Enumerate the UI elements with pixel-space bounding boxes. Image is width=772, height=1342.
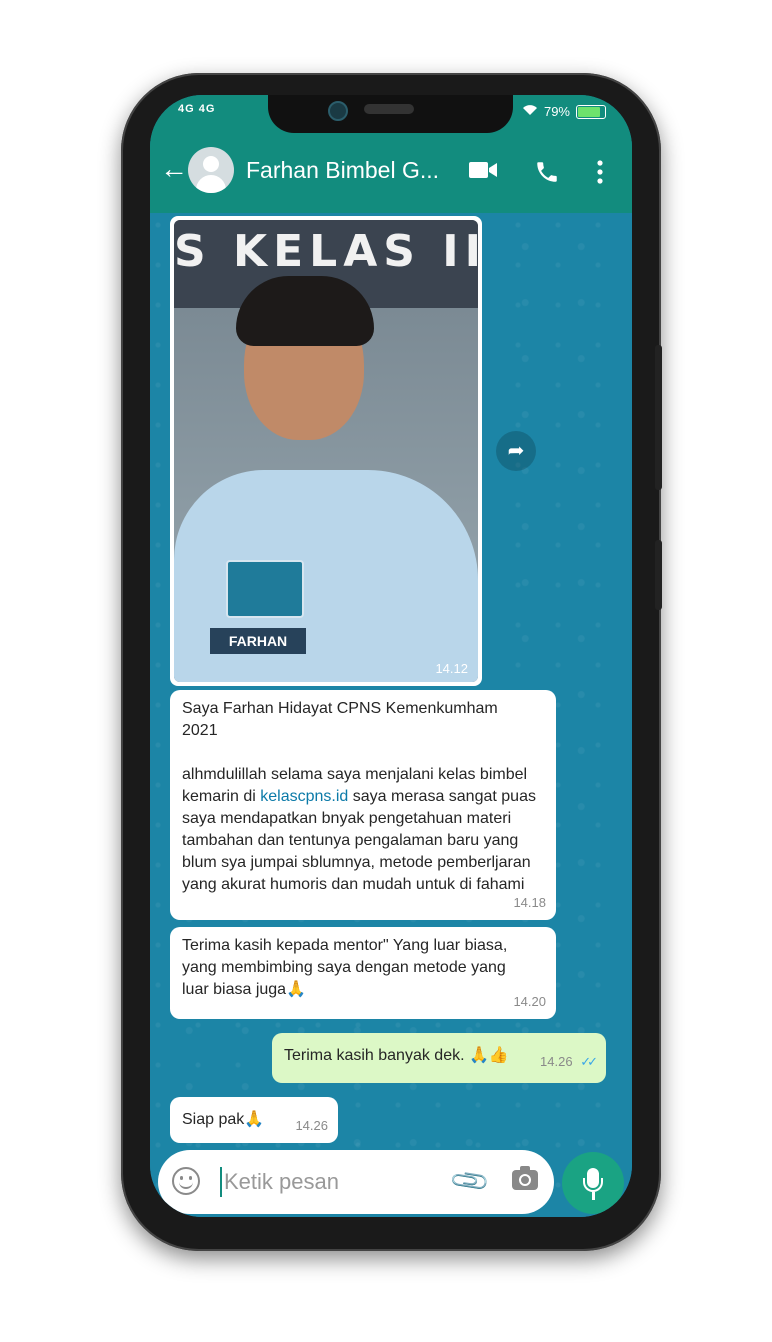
photo-sign-text: S KELAS II (174, 226, 478, 277)
message-bubble-incoming[interactable]: Terima kasih kepada mentor" Yang luar bi… (170, 927, 556, 1019)
battery-percent: 79% (543, 104, 570, 119)
mic-button[interactable] (562, 1152, 624, 1214)
attach-icon[interactable]: 📎 (448, 1159, 493, 1204)
selfie-photo[interactable]: S KELAS II FARHAN 14.12 (174, 220, 478, 682)
message-input[interactable]: Ketik pesan 📎 (158, 1150, 554, 1214)
message-line: 2021 (182, 722, 218, 739)
emoji-icon[interactable] (172, 1167, 200, 1195)
uniform-patch (226, 560, 304, 618)
message-placeholder[interactable]: Ketik pesan (224, 1169, 339, 1195)
arrow-left-icon[interactable]: ← (160, 155, 188, 183)
message-time: 14.26 ✓✓ (540, 1054, 598, 1069)
status-right: 79% (522, 104, 606, 119)
message-input-bar: Ketik pesan 📎 (150, 1150, 632, 1217)
front-camera (328, 101, 348, 121)
chat-area[interactable]: S KELAS II FARHAN 14.12 ➦ Saya Farhan Hi… (150, 213, 632, 1217)
message-time: 14.12 (435, 661, 468, 676)
phone-icon[interactable] (534, 159, 560, 190)
contact-name[interactable]: Farhan Bimbel G... (246, 157, 439, 184)
message-text: Terima kasih banyak dek. 🙏👍 (284, 1047, 509, 1064)
uniform-name-badge: FARHAN (210, 628, 306, 654)
power-button (655, 540, 662, 610)
wifi-icon (522, 104, 538, 119)
message-text: Terima kasih kepada mentor" Yang luar bi… (182, 937, 508, 998)
message-time: 14.26 (295, 1118, 328, 1133)
camera-icon[interactable] (512, 1166, 538, 1190)
text-cursor (220, 1167, 222, 1197)
video-call-icon[interactable] (468, 159, 498, 186)
forward-icon[interactable]: ➦ (496, 431, 536, 471)
network-indicator: 4G 4G (178, 103, 216, 115)
message-time: 14.20 (513, 994, 546, 1009)
more-vert-icon[interactable] (596, 159, 604, 190)
photo-message[interactable]: S KELAS II FARHAN 14.12 (170, 216, 482, 686)
camera-notch (268, 95, 513, 133)
message-time: 14.18 (513, 895, 546, 910)
message-line: Saya Farhan Hidayat CPNS Kemenkumham (182, 700, 498, 717)
link-kelascpns[interactable]: kelascpns.id (260, 788, 348, 805)
battery-icon (576, 104, 606, 119)
phone-screen: 4G 4G 79% ← Farhan Bimbel G... S KELAS I… (150, 95, 632, 1217)
volume-button (655, 345, 662, 490)
message-bubble-outgoing[interactable]: Terima kasih banyak dek. 🙏👍 14.26 ✓✓ (272, 1033, 606, 1083)
message-paragraph: alhmdulillah selama saya menjalani kelas… (182, 766, 536, 893)
read-ticks-icon: ✓✓ (580, 1054, 598, 1069)
avatar[interactable] (188, 147, 234, 193)
earpiece-speaker (364, 104, 414, 114)
message-bubble-incoming[interactable]: Saya Farhan Hidayat CPNS Kemenkumham 202… (170, 690, 556, 920)
chat-header: ← Farhan Bimbel G... (150, 133, 632, 213)
status-bar: 4G 4G 79% (150, 95, 632, 133)
message-bubble-incoming[interactable]: Siap pak🙏 14.26 (170, 1097, 338, 1143)
message-text: Siap pak🙏 (182, 1111, 265, 1128)
